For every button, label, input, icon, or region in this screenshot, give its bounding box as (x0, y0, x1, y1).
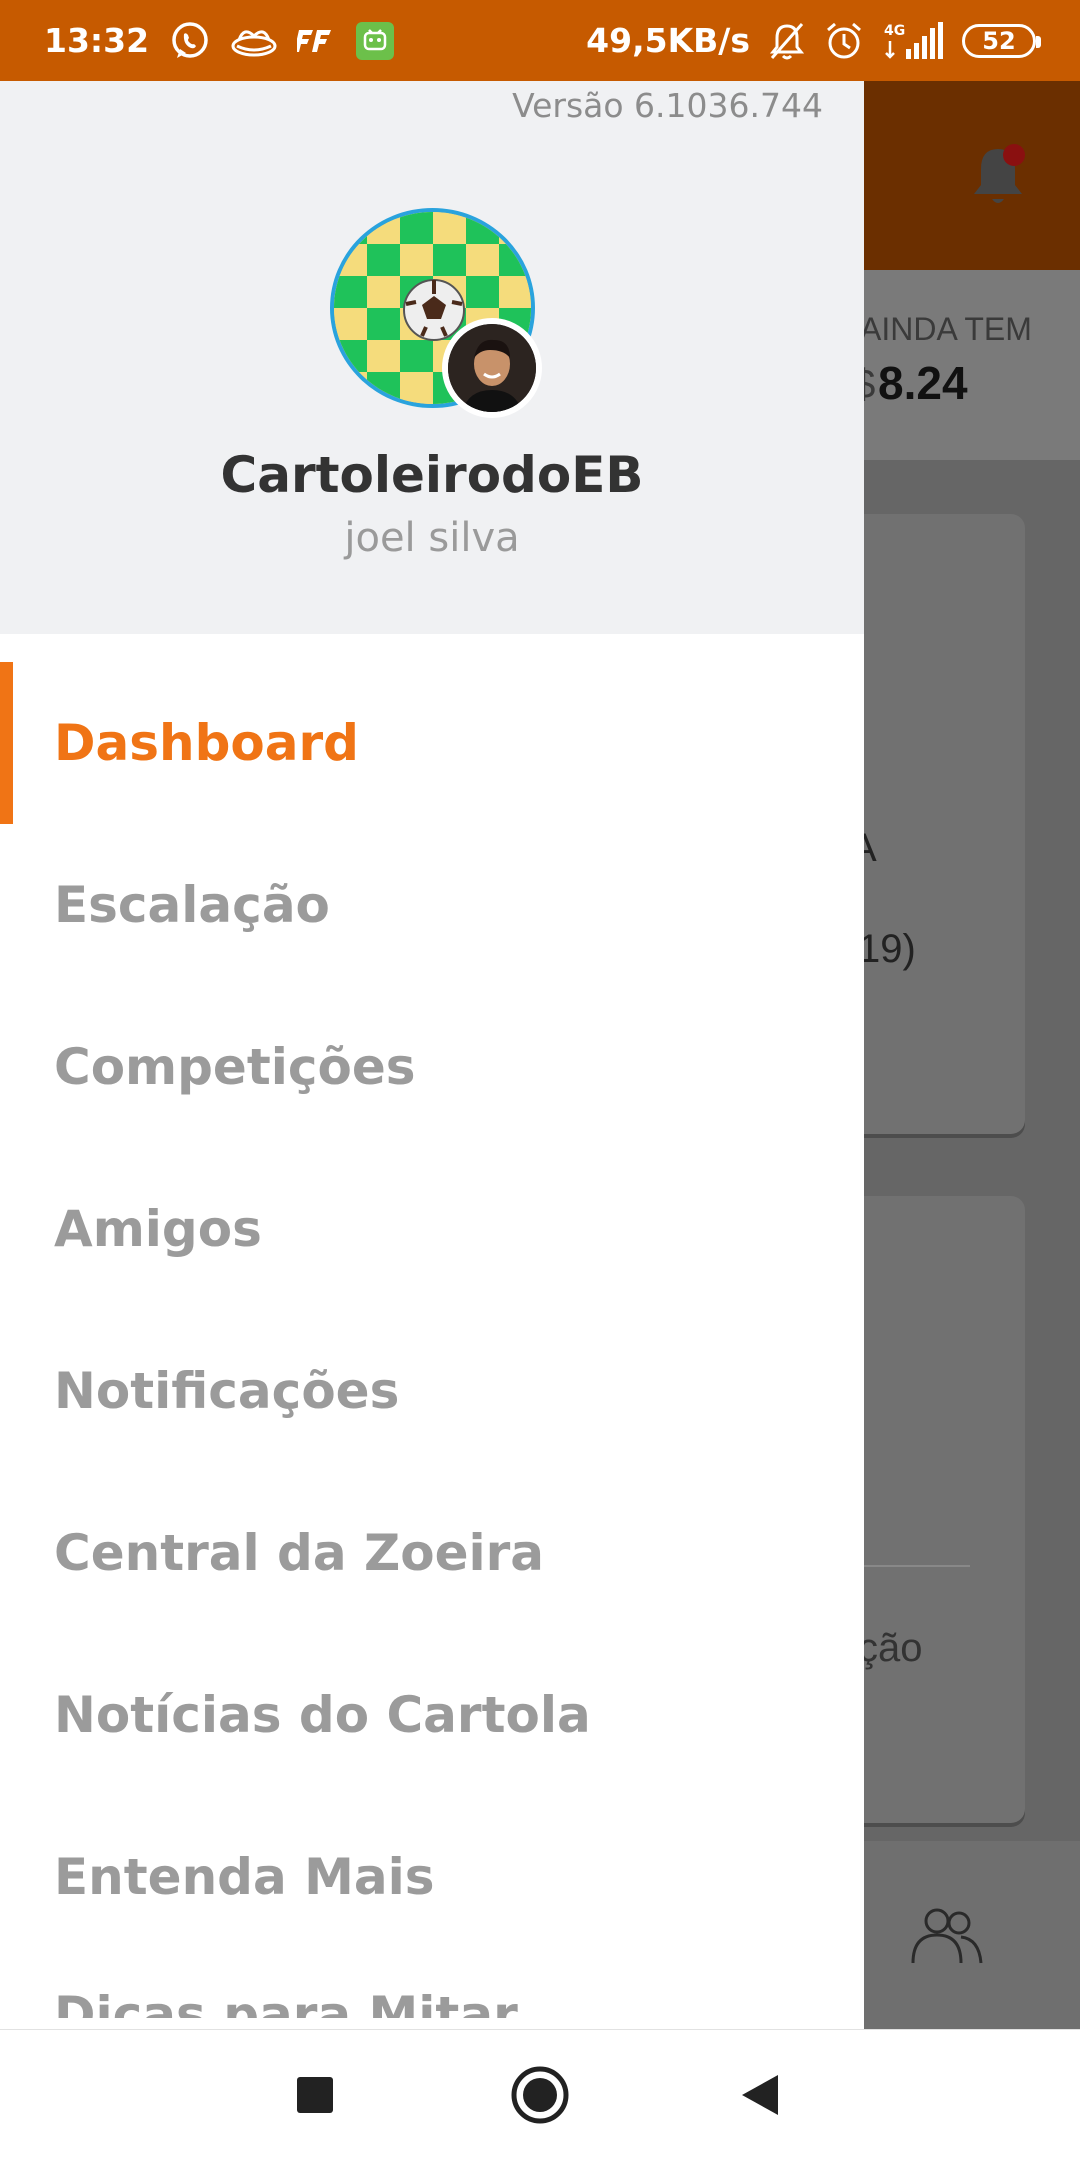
menu-item-noticias-do-cartola[interactable]: Notícias do Cartola (0, 1634, 864, 1796)
team-name: CartoleirodoEB (220, 446, 644, 504)
user-avatar[interactable] (442, 318, 542, 418)
menu-item-amigos[interactable]: Amigos (0, 1148, 864, 1310)
menu-item-label: Amigos (54, 1200, 262, 1258)
menu-item-entenda-mais[interactable]: Entenda Mais (0, 1796, 864, 1958)
balance-value: 8.24 (878, 357, 968, 409)
android-app-icon (355, 21, 395, 61)
back-button[interactable] (725, 2060, 795, 2130)
balance-label: AINDA TEM (860, 311, 1032, 347)
menu-item-escalacao[interactable]: Escalação (0, 824, 864, 986)
navigation-drawer: Versão 6.1036.744 CartoleirodoEB joel si… (0, 81, 864, 2029)
bell-icon[interactable] (970, 141, 1030, 211)
menu-item-dashboard[interactable]: Dashboard (0, 662, 864, 824)
app-icon (231, 24, 277, 58)
card-text: 19) (858, 927, 916, 971)
user-name: joel silva (344, 515, 520, 561)
whatsapp-icon (169, 20, 211, 62)
menu-item-notificacoes[interactable]: Notificações (0, 1310, 864, 1472)
drawer-menu: Dashboard Escalação Competições Amigos N… (0, 662, 864, 2018)
drawer-header: Versão 6.1036.744 CartoleirodoEB joel si… (0, 81, 864, 634)
battery-icon: 52 (962, 23, 1041, 58)
menu-item-label: Competições (54, 1038, 416, 1096)
menu-item-competicoes[interactable]: Competições (0, 986, 864, 1148)
menu-item-label: Notícias do Cartola (54, 1686, 591, 1744)
mute-icon (768, 21, 806, 61)
status-time: 13:32 (44, 21, 150, 60)
battery-level: 52 (982, 26, 1016, 55)
home-button[interactable] (505, 2060, 575, 2130)
divider (860, 1565, 970, 1567)
alarm-icon (824, 21, 864, 61)
friends-icon[interactable] (905, 1901, 985, 1971)
status-bar: 13:32 49,5KB/s 4G 52 (0, 0, 1080, 81)
menu-item-central-da-zoeira[interactable]: Central da Zoeira (0, 1472, 864, 1634)
card-text: ção (858, 1626, 923, 1670)
recents-button[interactable] (280, 2060, 350, 2130)
network-type: 4G (884, 23, 905, 39)
menu-item-label: Entenda Mais (54, 1848, 435, 1906)
network-speed: 49,5KB/s (586, 21, 750, 60)
system-navigation-bar (0, 2029, 1080, 2160)
menu-item-label: Dashboard (54, 714, 359, 772)
menu-item-label: Central da Zoeira (54, 1524, 545, 1582)
menu-item-label: Dicas para Mitar (54, 1986, 518, 2018)
ff-icon (297, 26, 335, 56)
signal-icon: 4G (882, 21, 944, 61)
menu-item-label: Notificações (54, 1362, 400, 1420)
menu-item-dicas-para-mitar[interactable]: Dicas para Mitar (0, 1958, 864, 2018)
app-version: Versão 6.1036.744 (512, 86, 823, 125)
menu-item-label: Escalação (54, 876, 330, 934)
